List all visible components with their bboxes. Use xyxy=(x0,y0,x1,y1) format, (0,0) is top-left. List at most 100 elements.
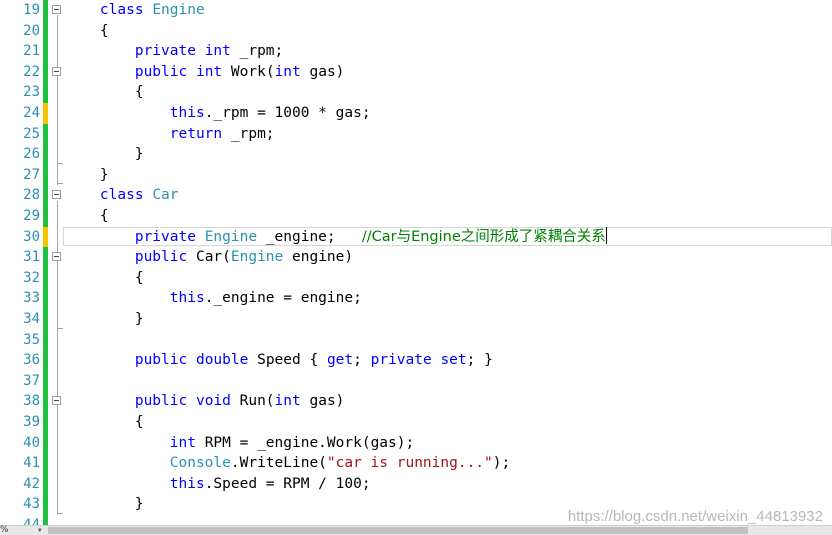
code-token: gas) xyxy=(300,393,345,410)
code-line[interactable]: 33 this._engine = engine; xyxy=(0,288,832,309)
code-text[interactable]: private int _rpm; xyxy=(65,41,283,62)
code-line[interactable]: 23 { xyxy=(0,82,832,103)
zoom-dropdown-icon[interactable]: ▼ xyxy=(38,527,42,535)
code-line[interactable]: 29 { xyxy=(0,206,832,227)
code-line[interactable]: 30 private Engine _engine; //Car与Engine之… xyxy=(0,226,832,248)
code-line[interactable]: 34 } xyxy=(0,309,832,330)
collapse-icon[interactable] xyxy=(52,66,61,76)
code-line[interactable]: 41 Console.WriteLine("car is running..."… xyxy=(0,453,832,474)
saved-change-marker xyxy=(43,164,48,186)
horizontal-scrollbar[interactable]: % ▼ xyxy=(0,525,832,535)
comment-token: //Car与Engine之间形成了紧耦合关系 xyxy=(361,228,606,245)
code-text[interactable]: private Engine _engine; //Car与Engine之间形成… xyxy=(65,226,607,248)
code-text[interactable]: { xyxy=(65,21,109,42)
code-token: Run( xyxy=(230,393,275,410)
code-text[interactable]: class Engine xyxy=(65,0,205,21)
code-text[interactable]: this.Speed = RPM / 100; xyxy=(65,474,371,495)
code-text[interactable]: int RPM = _engine.Work(gas); xyxy=(65,433,414,454)
collapse-icon[interactable] xyxy=(52,190,61,200)
code-line[interactable]: 31 public Car(Engine engine) xyxy=(0,247,832,268)
code-text[interactable]: } xyxy=(65,309,144,330)
code-text[interactable]: return _rpm; xyxy=(65,124,275,145)
code-token: { xyxy=(65,22,109,39)
saved-change-marker xyxy=(43,61,48,83)
code-text[interactable]: this._rpm = 1000 * gas; xyxy=(65,103,371,124)
code-text[interactable]: } xyxy=(65,165,109,186)
keyword-token: public xyxy=(134,393,188,410)
code-editor[interactable]: 19 class Engine 20 {21 private int _rpm; 2… xyxy=(0,0,832,525)
line-number: 22 xyxy=(23,63,40,80)
code-text[interactable]: { xyxy=(65,82,144,103)
code-text[interactable]: } xyxy=(65,144,144,165)
line-number: 41 xyxy=(23,455,40,472)
code-token: .WriteLine( xyxy=(230,455,327,472)
line-number: 21 xyxy=(23,43,40,60)
code-text[interactable]: this._engine = engine; xyxy=(65,288,362,309)
saved-change-marker xyxy=(43,185,48,206)
scrollbar-thumb[interactable] xyxy=(48,527,748,534)
saved-change-marker xyxy=(43,309,48,330)
code-line[interactable]: 19 class Engine xyxy=(0,0,832,21)
line-number: 30 xyxy=(23,228,40,245)
code-text[interactable]: class Car xyxy=(65,185,179,206)
collapse-icon[interactable] xyxy=(52,252,61,262)
keyword-token: this xyxy=(169,105,205,121)
unsaved-change-marker xyxy=(43,226,48,248)
saved-change-marker xyxy=(43,144,48,165)
code-line[interactable]: 21 private int _rpm; xyxy=(0,41,832,62)
type-token: Engine xyxy=(230,249,284,266)
code-token: Speed { xyxy=(248,352,327,369)
code-line[interactable]: 40 int RPM = _engine.Work(gas); xyxy=(0,432,832,454)
code-line[interactable]: 26 } xyxy=(0,144,832,165)
code-line[interactable]: 22 public int Work(int gas) xyxy=(0,61,832,83)
collapse-icon[interactable] xyxy=(52,5,61,14)
code-line[interactable]: 36 public double Speed { get; private se… xyxy=(0,350,832,371)
code-text[interactable]: { xyxy=(65,268,144,289)
code-token: { xyxy=(65,84,144,101)
zoom-level[interactable]: % xyxy=(0,526,9,535)
code-token: } xyxy=(65,496,144,513)
keyword-token: public xyxy=(134,249,188,266)
code-text[interactable]: { xyxy=(65,412,144,433)
fold-end-tick xyxy=(57,512,63,514)
code-token: gas) xyxy=(300,63,345,80)
code-text[interactable]: public double Speed { get; private set; … xyxy=(65,350,493,371)
code-line[interactable]: 27 } xyxy=(0,164,832,186)
saved-change-marker xyxy=(43,267,48,289)
type-token: Console xyxy=(169,455,231,472)
code-line[interactable]: 42 this.Speed = RPM / 100; xyxy=(0,473,832,495)
code-text[interactable]: public int Work(int gas) xyxy=(65,62,345,83)
fold-end-tick xyxy=(57,183,63,185)
code-text[interactable]: Console.WriteLine("car is running..."); xyxy=(65,453,510,474)
code-line[interactable]: 25 return _rpm; xyxy=(0,123,832,145)
code-line[interactable]: 24 this._rpm = 1000 * gas; xyxy=(0,103,832,124)
code-line[interactable]: 38 public void Run(int gas) xyxy=(0,391,832,412)
code-text[interactable]: public void Run(int gas) xyxy=(65,391,345,412)
code-text[interactable]: { xyxy=(65,206,109,227)
code-text[interactable]: public Car(Engine engine) xyxy=(65,247,353,268)
saved-change-marker xyxy=(43,0,48,21)
code-line[interactable]: 37 xyxy=(0,370,832,392)
keyword-token: this xyxy=(169,290,205,307)
line-number: 40 xyxy=(23,434,40,451)
code-token: ; } xyxy=(466,352,493,369)
line-number: 27 xyxy=(23,166,40,183)
fold-end-tick xyxy=(57,162,63,164)
line-number: 31 xyxy=(23,249,40,266)
code-line[interactable]: 39 { xyxy=(0,412,832,433)
code-text[interactable]: } xyxy=(65,494,144,515)
code-line[interactable]: 35 xyxy=(0,329,832,351)
code-line[interactable]: 20 { xyxy=(0,20,832,42)
collapse-icon[interactable] xyxy=(52,396,61,406)
keyword-token: class xyxy=(99,2,144,18)
string-token: "car is running..." xyxy=(326,455,493,472)
code-line[interactable]: 32 { xyxy=(0,267,832,289)
code-line[interactable]: 28 class Car xyxy=(0,185,832,206)
